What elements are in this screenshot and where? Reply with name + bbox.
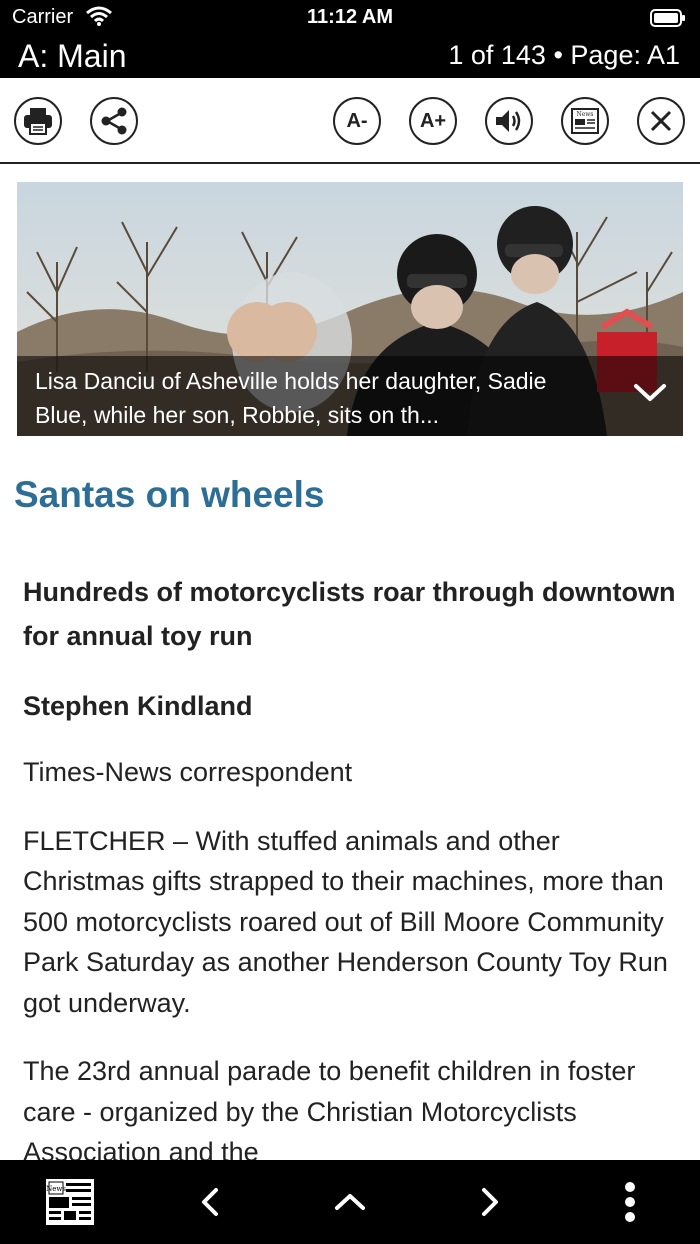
article-author: Stephen Kindland	[23, 691, 253, 721]
font-decrease-button[interactable]: A-	[333, 97, 381, 145]
print-button[interactable]	[14, 97, 62, 145]
newspaper-masthead: News	[576, 111, 593, 118]
share-button[interactable]	[90, 97, 138, 145]
audio-button[interactable]	[485, 97, 533, 145]
article-body: Hundreds of motorcyclists roar through d…	[23, 570, 683, 1201]
battery-icon	[650, 8, 686, 33]
previous-article-button[interactable]	[190, 1177, 230, 1227]
section-title: A: Main	[18, 38, 127, 74]
share-icon	[101, 107, 127, 135]
clock: 11:12 AM	[307, 6, 393, 28]
close-button[interactable]	[637, 97, 685, 145]
bottom-nav-bar: News	[0, 1160, 700, 1244]
newspaper-masthead: News	[46, 1185, 66, 1193]
author-title: Times-News correspondent	[23, 757, 353, 787]
article-paragraph: The 23rd annual parade to benefit childr…	[23, 1056, 636, 1167]
font-increase-button[interactable]: A+	[409, 97, 457, 145]
title-bar: A: Main 1 of 143 • Page: A1	[0, 36, 700, 78]
newspaper-icon: News	[571, 108, 599, 134]
article-headline: Santas on wheels	[14, 474, 325, 515]
close-icon	[650, 110, 672, 132]
chevron-up-icon	[335, 1194, 365, 1210]
article-subhead: Hundreds of motorcyclists roar through d…	[23, 577, 676, 651]
more-vertical-icon	[625, 1182, 635, 1222]
next-article-button[interactable]	[470, 1177, 510, 1227]
font-increase-label: A+	[419, 109, 447, 132]
photo-caption[interactable]: Lisa Danciu of Asheville holds her daugh…	[17, 356, 683, 436]
article-paragraph: FLETCHER – With stuffed animals and othe…	[23, 825, 668, 1018]
more-options-button[interactable]	[612, 1177, 648, 1227]
printer-icon	[24, 108, 52, 135]
newspaper-view-button[interactable]: News	[561, 97, 609, 145]
status-bar: Carrier 11:12 AM	[0, 0, 700, 36]
photo-caption-text: Lisa Danciu of Asheville holds her daugh…	[35, 368, 547, 428]
article-toolbar: A- A+ News	[0, 78, 700, 164]
chevron-down-icon[interactable]	[633, 382, 667, 404]
chevron-left-icon	[202, 1188, 218, 1216]
newspaper-button[interactable]: News	[44, 1177, 96, 1227]
article-photo[interactable]: Lisa Danciu of Asheville holds her daugh…	[17, 182, 683, 436]
page-indicator: 1 of 143 • Page: A1	[448, 40, 680, 70]
scroll-top-button[interactable]	[330, 1177, 370, 1227]
chevron-right-icon	[482, 1188, 498, 1216]
speaker-icon	[496, 110, 521, 132]
font-decrease-label: A-	[346, 109, 368, 132]
newspaper-icon: News	[46, 1179, 94, 1225]
